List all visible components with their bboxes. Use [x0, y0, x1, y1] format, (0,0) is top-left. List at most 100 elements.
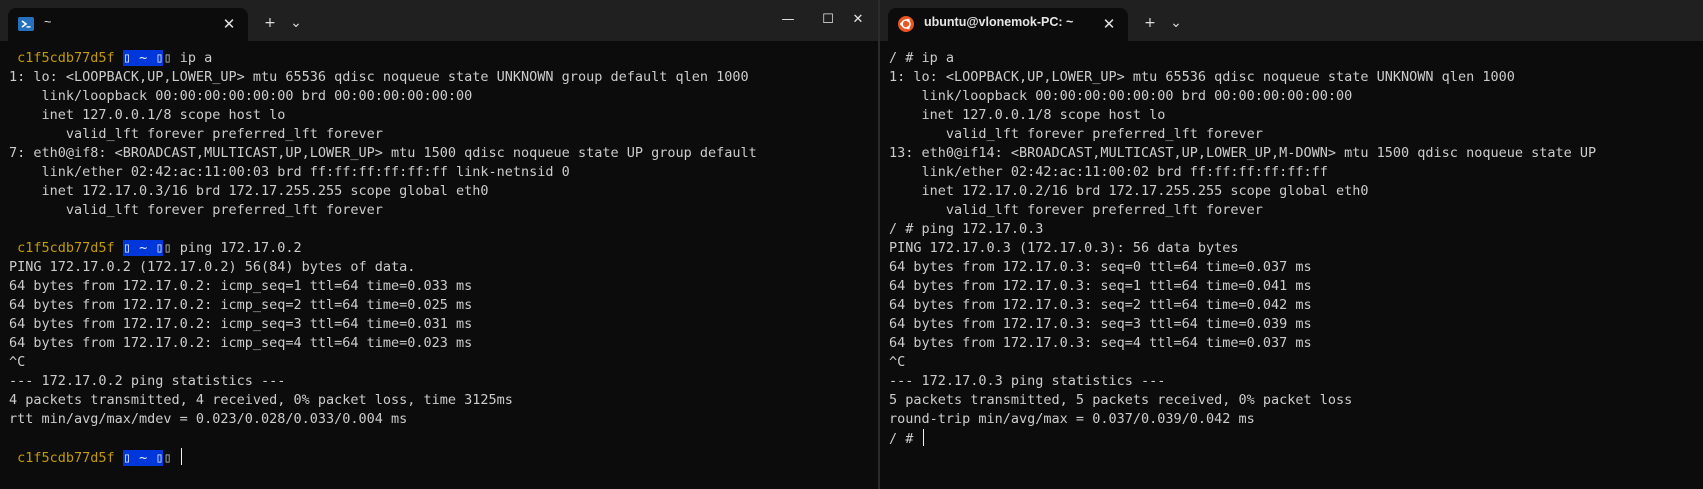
output-line: PING 172.17.0.3 (172.17.0.3): 56 data by… — [889, 239, 1703, 258]
output-line: / # ping 172.17.0.3 — [889, 220, 1703, 239]
tab-ubuntu[interactable]: ubuntu@vlonemok-PC: ~ ✕ — [888, 8, 1128, 41]
tab-title: ~ — [44, 15, 52, 29]
output-text: 64 bytes from 172.17.0.3: seq=4 ttl=64 t… — [889, 335, 1312, 351]
output-text: valid_lft forever preferred_lft forever — [889, 126, 1263, 142]
tab-bar: ubuntu@vlonemok-PC: ~ ✕ + ⌄ — [880, 0, 1703, 41]
terminal-output[interactable]: c1f5cdb77d5f ▯ ~ ▯▯ ip a 1: lo: <LOOPBACK… — [9, 49, 878, 489]
prompt-line: c1f5cdb77d5f ▯ ~ ▯▯ — [9, 448, 878, 467]
output-line: 64 bytes from 172.17.0.2: icmp_seq=4 ttl… — [9, 334, 878, 353]
output-line: link/ether 02:42:ac:11:00:03 brd ff:ff:f… — [9, 163, 878, 182]
output-text: ^C — [9, 354, 26, 370]
tab-dropdown-button[interactable]: ⌄ — [284, 12, 308, 34]
output-text: 1: lo: <LOOPBACK,UP,LOWER_UP> mtu 65536 … — [889, 69, 1515, 85]
prompt-hostname: c1f5cdb77d5f — [17, 450, 115, 466]
output-text: valid_lft forever preferred_lft forever — [9, 202, 383, 218]
prompt-path-segment: ▯ ~ ▯ — [122, 450, 164, 466]
output-line: PING 172.17.0.2 (172.17.0.2) 56(84) byte… — [9, 258, 878, 277]
output-text: 7: eth0@if8: <BROADCAST,MULTICAST,UP,LOW… — [9, 145, 757, 161]
new-tab-button[interactable]: + — [258, 12, 282, 34]
output-text: 64 bytes from 172.17.0.3: seq=3 ttl=64 t… — [889, 316, 1312, 332]
output-line: 64 bytes from 172.17.0.3: seq=0 ttl=64 t… — [889, 258, 1703, 277]
ubuntu-icon — [898, 16, 914, 32]
output-line: link/loopback 00:00:00:00:00:00 brd 00:0… — [9, 87, 878, 106]
output-text: valid_lft forever preferred_lft forever — [889, 202, 1263, 218]
prompt-path-segment: ▯ ~ ▯ — [122, 50, 164, 66]
output-line: link/ether 02:42:ac:11:00:02 brd ff:ff:f… — [889, 163, 1703, 182]
output-line: 64 bytes from 172.17.0.2: icmp_seq=3 ttl… — [9, 315, 878, 334]
output-line: 13: eth0@if14: <BROADCAST,MULTICAST,UP,L… — [889, 144, 1703, 163]
close-tab-icon[interactable]: ✕ — [220, 15, 238, 33]
output-line: 64 bytes from 172.17.0.2: icmp_seq=2 ttl… — [9, 296, 878, 315]
close-window-button[interactable]: ✕ — [838, 6, 878, 34]
output-line: round-trip min/avg/max = 0.037/0.039/0.0… — [889, 410, 1703, 429]
minimize-button[interactable]: — — [768, 6, 808, 34]
output-text: / # ip a — [889, 50, 955, 66]
prompt-tail: ▯ — [163, 50, 172, 66]
terminal-window-left: ~ ✕ + ⌄ — ☐ ✕ c1f5cdb77d5f ▯ ~ ▯▯ ip a 1:… — [0, 0, 878, 489]
output-text: / # ping 172.17.0.3 — [889, 221, 1044, 237]
prompt-tail: ▯ — [163, 450, 172, 466]
output-text: 5 packets transmitted, 5 packets receive… — [889, 392, 1353, 408]
output-text: link/loopback 00:00:00:00:00:00 brd 00:0… — [889, 88, 1353, 104]
output-line: --- 172.17.0.3 ping statistics --- — [889, 372, 1703, 391]
output-text: link/loopback 00:00:00:00:00:00 brd 00:0… — [9, 88, 473, 104]
output-line: / # ip a — [889, 49, 1703, 68]
text-cursor — [922, 429, 924, 446]
output-text: inet 172.17.0.2/16 brd 172.17.255.255 sc… — [889, 183, 1369, 199]
output-line: valid_lft forever preferred_lft forever — [889, 125, 1703, 144]
new-tab-button[interactable]: + — [1138, 12, 1162, 34]
output-line: 5 packets transmitted, 5 packets receive… — [889, 391, 1703, 410]
output-text: 64 bytes from 172.17.0.3: seq=0 ttl=64 t… — [889, 259, 1312, 275]
output-line: inet 127.0.0.1/8 scope host lo — [889, 106, 1703, 125]
output-text: valid_lft forever preferred_lft forever — [9, 126, 383, 142]
output-text: --- 172.17.0.3 ping statistics --- — [889, 373, 1166, 389]
output-text: round-trip min/avg/max = 0.037/0.039/0.0… — [889, 411, 1255, 427]
output-text: inet 127.0.0.1/8 scope host lo — [9, 107, 286, 123]
command-text: ping 172.17.0.2 — [171, 240, 302, 256]
output-line: rtt min/avg/max/mdev = 0.023/0.028/0.033… — [9, 410, 878, 429]
terminal-output[interactable]: / # ip a 1: lo: <LOOPBACK,UP,LOWER_UP> mt… — [889, 49, 1703, 489]
output-text: 13: eth0@if14: <BROADCAST,MULTICAST,UP,L… — [889, 145, 1597, 161]
output-text: 64 bytes from 172.17.0.3: seq=2 ttl=64 t… — [889, 297, 1312, 313]
output-text: --- 172.17.0.2 ping statistics --- — [9, 373, 286, 389]
tab-bar: ~ ✕ + ⌄ — ☐ ✕ — [0, 0, 878, 41]
output-text: rtt min/avg/max/mdev = 0.023/0.028/0.033… — [9, 411, 408, 427]
output-line: 7: eth0@if8: <BROADCAST,MULTICAST,UP,LOW… — [9, 144, 878, 163]
output-line: 64 bytes from 172.17.0.3: seq=2 ttl=64 t… — [889, 296, 1703, 315]
output-text: PING 172.17.0.3 (172.17.0.3): 56 data by… — [889, 240, 1239, 256]
prompt-hostname: c1f5cdb77d5f — [17, 50, 115, 66]
terminal-window-right: ubuntu@vlonemok-PC: ~ ✕ + ⌄ / # ip a 1: l… — [880, 0, 1703, 489]
tab-title: ubuntu@vlonemok-PC: ~ — [924, 15, 1074, 29]
prompt-line: c1f5cdb77d5f ▯ ~ ▯▯ ip a — [9, 49, 878, 68]
output-line: inet 127.0.0.1/8 scope host lo — [9, 106, 878, 125]
output-line: 64 bytes from 172.17.0.3: seq=1 ttl=64 t… — [889, 277, 1703, 296]
tab-dropdown-button[interactable]: ⌄ — [1164, 12, 1188, 34]
command-text: ip a — [171, 50, 213, 66]
output-text: 64 bytes from 172.17.0.2: icmp_seq=2 ttl… — [9, 297, 473, 313]
text-cursor — [180, 448, 182, 465]
output-text: inet 127.0.0.1/8 scope host lo — [889, 107, 1166, 123]
output-text: 64 bytes from 172.17.0.2: icmp_seq=1 ttl… — [9, 278, 473, 294]
output-line: 1: lo: <LOOPBACK,UP,LOWER_UP> mtu 65536 … — [889, 68, 1703, 87]
output-text: 1: lo: <LOOPBACK,UP,LOWER_UP> mtu 65536 … — [9, 69, 749, 85]
output-line: ^C — [9, 353, 878, 372]
close-tab-icon[interactable]: ✕ — [1100, 15, 1118, 33]
output-line: valid_lft forever preferred_lft forever — [889, 201, 1703, 220]
output-line: / # — [889, 429, 1703, 448]
output-text: PING 172.17.0.2 (172.17.0.2) 56(84) byte… — [9, 259, 416, 275]
output-line: 1: lo: <LOOPBACK,UP,LOWER_UP> mtu 65536 … — [9, 68, 878, 87]
output-text: 64 bytes from 172.17.0.2: icmp_seq=4 ttl… — [9, 335, 473, 351]
output-text: link/ether 02:42:ac:11:00:03 brd ff:ff:f… — [9, 164, 570, 180]
output-text: 64 bytes from 172.17.0.2: icmp_seq=3 ttl… — [9, 316, 473, 332]
prompt-line: c1f5cdb77d5f ▯ ~ ▯▯ ping 172.17.0.2 — [9, 239, 878, 258]
tab-home[interactable]: ~ ✕ — [8, 8, 248, 41]
output-text: inet 172.17.0.3/16 brd 172.17.255.255 sc… — [9, 183, 489, 199]
output-text: 4 packets transmitted, 4 received, 0% pa… — [9, 392, 513, 408]
output-line: valid_lft forever preferred_lft forever — [9, 125, 878, 144]
output-text: 64 bytes from 172.17.0.3: seq=1 ttl=64 t… — [889, 278, 1312, 294]
command-text — [172, 450, 180, 466]
output-line: 64 bytes from 172.17.0.3: seq=4 ttl=64 t… — [889, 334, 1703, 353]
output-line: inet 172.17.0.3/16 brd 172.17.255.255 sc… — [9, 182, 878, 201]
